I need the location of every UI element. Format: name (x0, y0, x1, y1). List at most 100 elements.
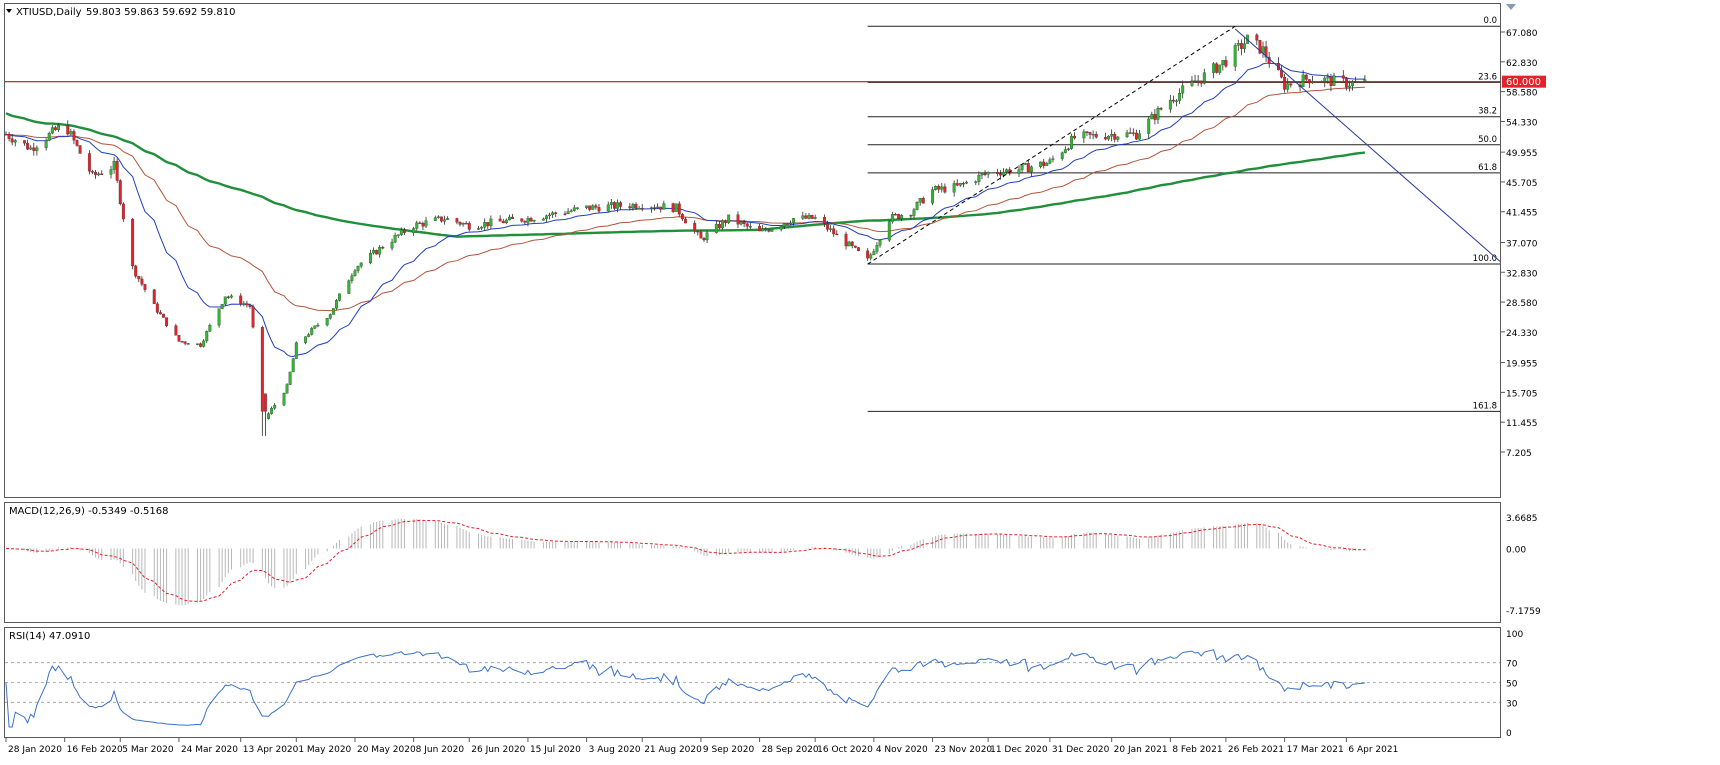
bear-candle (1159, 108, 1163, 110)
bull-candle (1218, 64, 1222, 73)
bull-candle (304, 336, 308, 343)
bull-candle (325, 318, 329, 326)
bull-candle (616, 202, 619, 209)
price-chart-window[interactable]: XTIUSD,Daily 59.803 59.863 59.692 59.810… (0, 0, 1720, 761)
symbol-label: XTIUSD,Daily (16, 7, 82, 18)
bull-candle (69, 131, 73, 135)
bear-candle (785, 223, 789, 225)
bear-candle (100, 173, 104, 175)
bear-candle (653, 207, 657, 209)
bull-candle (480, 227, 484, 229)
bull-candle (217, 308, 221, 326)
bull-candle (1048, 159, 1052, 164)
bear-candle (78, 145, 82, 154)
bull-candle (1326, 76, 1330, 79)
bull-candle (792, 218, 795, 224)
bull-candle (483, 222, 487, 228)
bull-candle (566, 211, 570, 215)
bull-candle (1107, 136, 1111, 140)
bull-candle (112, 161, 116, 170)
bear-candle (680, 214, 684, 220)
bull-candle (545, 215, 548, 220)
bull-candle (220, 304, 224, 309)
bear-candle (1085, 131, 1089, 133)
bull-candle (29, 147, 33, 150)
time-tick-label: 17 Mar 2021 (1287, 745, 1344, 755)
bull-candle (396, 234, 400, 236)
bear-candle (467, 223, 471, 230)
time-tick-label: 11 Dec 2020 (990, 745, 1048, 755)
bear-candle (158, 312, 162, 315)
bull-candle (900, 215, 904, 219)
bull-candle (307, 334, 311, 337)
bull-candle (1116, 136, 1120, 140)
bull-candle (782, 223, 786, 227)
bull-candle (412, 228, 416, 233)
bear-candle (75, 140, 79, 146)
bear-candle (251, 306, 255, 328)
bear-candle (856, 247, 860, 252)
bull-candle (196, 343, 199, 345)
bull-candle (350, 275, 354, 281)
bull-candle (591, 205, 595, 210)
bear-candle (498, 218, 502, 222)
price-tick-label: 37.070 (1506, 240, 1538, 250)
current-price-badge: 60.000 (1502, 75, 1546, 88)
bear-candle (894, 214, 897, 216)
bull-candle (390, 241, 394, 249)
bull-candle (1005, 169, 1009, 173)
bear-candle (961, 183, 965, 185)
bear-candle (999, 173, 1002, 176)
bear-candle (183, 341, 187, 344)
bull-candle (1082, 131, 1086, 139)
fib-level-label: 38.2 (1478, 107, 1497, 117)
bull-candle (1066, 148, 1070, 150)
bull-candle (890, 214, 894, 222)
bull-candle (1286, 83, 1290, 90)
time-tick-label: 3 Aug 2020 (589, 745, 641, 755)
bull-candle (714, 223, 718, 233)
bear-candle (1344, 78, 1348, 88)
bear-candle (162, 313, 165, 318)
bear-candle (702, 238, 706, 241)
time-tick-label: 24 Mar 2020 (181, 745, 238, 755)
bull-candle (359, 262, 363, 267)
bull-candle (847, 241, 851, 247)
bear-candle (1215, 63, 1219, 73)
bear-candle (764, 228, 768, 231)
bear-candle (1042, 161, 1046, 166)
bull-candle (477, 228, 480, 230)
bull-candle (1125, 132, 1129, 138)
bear-candle (810, 214, 814, 219)
price-axis: 67.080 62.830 58.580 54.330 49.955 45.705 41.4… (1501, 29, 1538, 459)
bear-candle (832, 228, 836, 235)
bear-candle (91, 171, 94, 173)
bull-candle (282, 393, 286, 406)
bull-candle (875, 245, 879, 252)
bear-candle (143, 284, 147, 290)
bull-candle (934, 186, 938, 190)
bull-candle (1091, 133, 1095, 136)
bull-candle (575, 207, 579, 209)
time-tick-label: 21 Aug 2020 (644, 745, 702, 755)
bear-candle (677, 203, 681, 215)
time-tick-label: 28 Sep 2020 (762, 745, 819, 755)
time-tick-label: 20 May 2020 (357, 745, 416, 755)
bear-candle (199, 343, 203, 347)
bull-candle (267, 413, 270, 419)
svg-text:60.000: 60.000 (1506, 77, 1541, 88)
bull-candle (532, 220, 536, 222)
bear-candle (245, 303, 249, 306)
bull-candle (1332, 75, 1336, 86)
bull-candle (270, 408, 274, 414)
bull-candle (940, 186, 944, 190)
time-tick-label: 16 Oct 2020 (817, 745, 873, 755)
bull-candle (609, 202, 613, 206)
bull-candle (974, 181, 978, 183)
time-tick-label: 16 Feb 2020 (67, 745, 123, 755)
bear-candle (955, 183, 959, 186)
bull-candle (1002, 171, 1006, 176)
bull-candle (1212, 63, 1216, 73)
bull-candle (353, 270, 357, 276)
bull-candle (980, 173, 984, 176)
